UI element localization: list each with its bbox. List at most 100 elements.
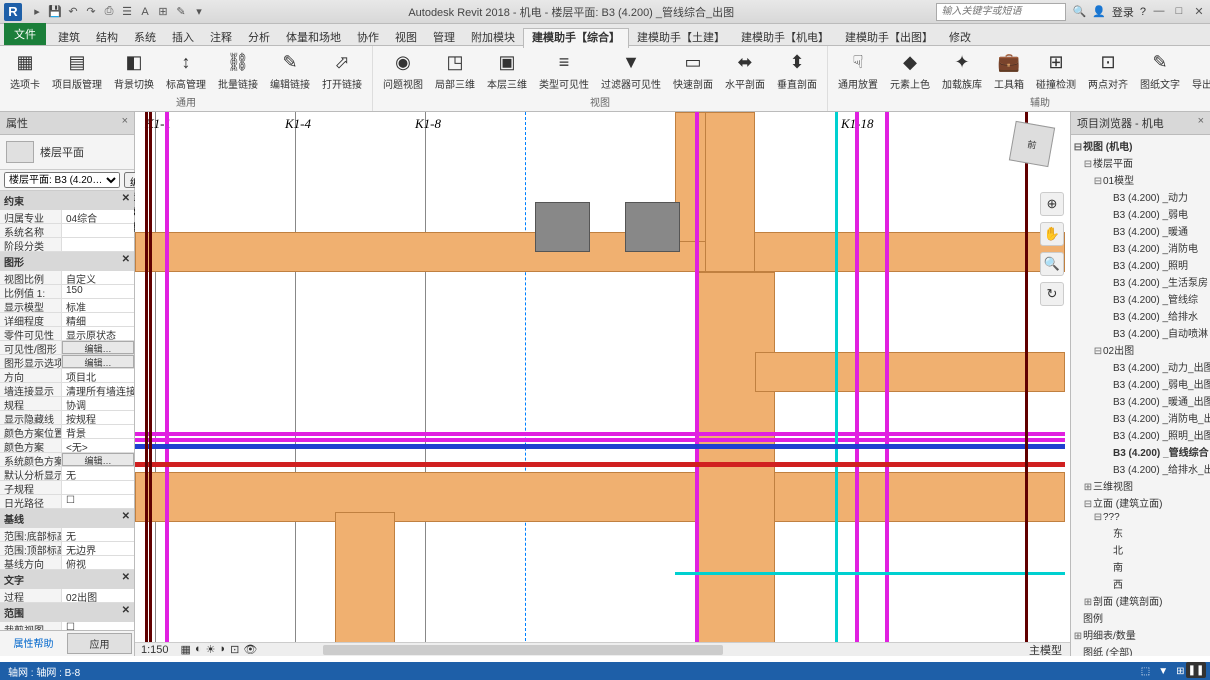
orbit-icon[interactable]: ↻ xyxy=(1040,282,1064,306)
qat-icon[interactable]: ⊞ xyxy=(156,5,170,19)
project-tree[interactable]: ⊟视图 (机电)⊟楼层平面⊟01模型B3 (4.200) _动力B3 (4.20… xyxy=(1071,135,1210,656)
property-row[interactable]: 墙连接显示清理所有墙连接 xyxy=(0,383,134,397)
sun-path-icon[interactable]: ☀ xyxy=(206,643,216,656)
property-row[interactable]: 基线方向俯视 xyxy=(0,556,134,570)
tree-node[interactable]: B3 (4.200) _弱电_出图 xyxy=(1073,375,1208,392)
ribbon-button[interactable]: ▼过滤器可见性 xyxy=(595,48,667,93)
property-row[interactable]: 系统名称 xyxy=(0,224,134,238)
ribbon-button[interactable]: ▣本层三维 xyxy=(481,48,533,93)
property-row[interactable]: 方向项目北 xyxy=(0,369,134,383)
close-icon[interactable]: × xyxy=(122,115,128,131)
tree-node[interactable]: ⊟视图 (机电) xyxy=(1073,137,1208,154)
close-icon[interactable]: ✕ xyxy=(1192,5,1206,19)
property-row[interactable]: 详细程度精细 xyxy=(0,313,134,327)
tree-node[interactable]: ⊟02出图 xyxy=(1073,341,1208,358)
ribbon-button[interactable]: ↕标高管理 xyxy=(160,48,212,93)
ribbon-button[interactable]: ▦选项卡 xyxy=(4,48,46,93)
property-grid[interactable]: 约束✕归属专业04综合系统名称阶段分类图形✕视图比例自定义比例值 1:150显示… xyxy=(0,191,134,630)
tree-node[interactable]: B3 (4.200) _管线综合 xyxy=(1073,443,1208,460)
app-logo[interactable]: R xyxy=(4,3,22,21)
property-row[interactable]: 阶段分类 xyxy=(0,238,134,252)
shadow-icon[interactable]: ◗ xyxy=(219,643,226,656)
tree-node[interactable]: B3 (4.200) _弱电 xyxy=(1073,205,1208,222)
tree-node[interactable]: B3 (4.200) _动力_出图 xyxy=(1073,358,1208,375)
qat-icon[interactable]: ✎ xyxy=(174,5,188,19)
tree-node[interactable]: ⊟??? xyxy=(1073,511,1208,524)
tree-node[interactable]: B3 (4.200) _自动喷淋 xyxy=(1073,324,1208,341)
tree-node[interactable]: 西 xyxy=(1073,575,1208,592)
redo-icon[interactable]: ↷ xyxy=(84,5,98,19)
property-row[interactable]: 系统颜色方案编辑… xyxy=(0,453,134,467)
tree-node[interactable]: B3 (4.200) _消防电_出 xyxy=(1073,409,1208,426)
save-icon[interactable]: 💾 xyxy=(48,5,62,19)
property-row[interactable]: 显示隐藏线按规程 xyxy=(0,411,134,425)
user-icon[interactable]: 👤 xyxy=(1092,5,1106,18)
drawing-canvas[interactable]: K1-1 K1-4 K1-8 K1-18 xyxy=(135,112,1070,656)
filter-icon[interactable]: ▼ xyxy=(1158,666,1168,677)
ribbon-button[interactable]: ◳局部三维 xyxy=(429,48,481,93)
tree-node[interactable]: ⊟楼层平面 xyxy=(1073,154,1208,171)
crop-icon[interactable]: ⊡ xyxy=(230,643,239,656)
property-row[interactable]: 规程协调 xyxy=(0,397,134,411)
ribbon-button[interactable]: ✎编辑链接 xyxy=(264,48,316,93)
property-row[interactable]: 默认分析显示…无 xyxy=(0,467,134,481)
tree-node[interactable]: B3 (4.200) _照明 xyxy=(1073,256,1208,273)
view-cube[interactable]: 前 xyxy=(1002,120,1062,180)
property-row[interactable]: 可见性/图形编辑… xyxy=(0,341,134,355)
view-scale[interactable]: 1:150 xyxy=(135,644,175,656)
tree-node[interactable]: 北 xyxy=(1073,541,1208,558)
search-icon[interactable]: 🔍 xyxy=(1072,5,1086,18)
ribbon-button[interactable]: ⬌水平剖面 xyxy=(719,48,771,93)
ribbon-tab[interactable]: 建模助手【综合】 xyxy=(523,28,629,48)
maximize-icon[interactable]: □ xyxy=(1172,5,1186,19)
scrollbar-thumb[interactable] xyxy=(323,645,723,655)
qat-icon[interactable]: A xyxy=(138,5,152,19)
undo-icon[interactable]: ↶ xyxy=(66,5,80,19)
ribbon-button[interactable]: ☟通用放置 xyxy=(832,48,884,93)
instance-select[interactable]: 楼层平面: B3 (4.20… xyxy=(4,172,120,188)
ribbon-button[interactable]: ◧背景切换 xyxy=(108,48,160,93)
view-mode[interactable]: 主模型 xyxy=(1021,642,1070,658)
tree-node[interactable]: B3 (4.200) _给排水 xyxy=(1073,307,1208,324)
apply-button[interactable]: 应用 xyxy=(67,633,132,654)
ribbon-button[interactable]: ▤项目版管理 xyxy=(46,48,108,93)
property-row[interactable]: 图形显示选项编辑… xyxy=(0,355,134,369)
open-icon[interactable]: ▸ xyxy=(30,5,44,19)
ribbon-button[interactable]: ⬍垂直剖面 xyxy=(771,48,823,93)
minimize-icon[interactable]: — xyxy=(1152,5,1166,19)
tree-node[interactable]: B3 (4.200) _生活泵房 xyxy=(1073,273,1208,290)
tree-node[interactable]: B3 (4.200) _动力 xyxy=(1073,188,1208,205)
hide-icon[interactable]: 👁 xyxy=(243,643,257,656)
close-icon[interactable]: × xyxy=(1198,115,1204,131)
pan-icon[interactable]: ✋ xyxy=(1040,222,1064,246)
ribbon-button[interactable]: ◉问题视图 xyxy=(377,48,429,93)
tree-node[interactable]: B3 (4.200) _管线综 xyxy=(1073,290,1208,307)
tree-node[interactable]: ⊞明细表/数量 xyxy=(1073,626,1208,643)
property-row[interactable]: 范围:底部标高无 xyxy=(0,528,134,542)
qat-icon[interactable]: ☰ xyxy=(120,5,134,19)
property-row[interactable]: 颜色方案位置背景 xyxy=(0,425,134,439)
status-icon[interactable]: ⊞ xyxy=(1176,666,1184,677)
search-input[interactable] xyxy=(936,3,1066,21)
tree-node[interactable]: B3 (4.200) _暖通_出图 xyxy=(1073,392,1208,409)
property-row[interactable]: 子规程 xyxy=(0,481,134,495)
steering-wheel-icon[interactable]: ⊕ xyxy=(1040,192,1064,216)
tree-node[interactable]: B3 (4.200) _给排水_出 xyxy=(1073,460,1208,477)
tree-node[interactable]: ⊟立面 (建筑立面) xyxy=(1073,494,1208,511)
property-row[interactable]: 范围:顶部标高无边界 xyxy=(0,542,134,556)
zoom-icon[interactable]: 🔍 xyxy=(1040,252,1064,276)
ribbon-button[interactable]: ▤导出明细表 xyxy=(1186,48,1210,93)
property-row[interactable]: 零件可见性显示原状态 xyxy=(0,327,134,341)
ribbon-button[interactable]: ⬀打开链接 xyxy=(316,48,368,93)
property-row[interactable]: 裁剪视图 xyxy=(0,622,134,630)
file-tab[interactable]: 文件 xyxy=(4,23,46,45)
ribbon-button[interactable]: ⊞碰撞检测 xyxy=(1030,48,1082,93)
ribbon-button[interactable]: ✦加载族库 xyxy=(936,48,988,93)
property-row[interactable]: 归属专业04综合 xyxy=(0,210,134,224)
tree-node[interactable]: ⊟01模型 xyxy=(1073,171,1208,188)
visual-style-icon[interactable]: ◐ xyxy=(195,643,202,656)
tree-node[interactable]: 图纸 (全部) xyxy=(1073,643,1208,656)
print-icon[interactable]: ⎙ xyxy=(102,5,116,19)
tree-node[interactable]: ⊞三维视图 xyxy=(1073,477,1208,494)
tree-node[interactable]: 图例 xyxy=(1073,609,1208,626)
